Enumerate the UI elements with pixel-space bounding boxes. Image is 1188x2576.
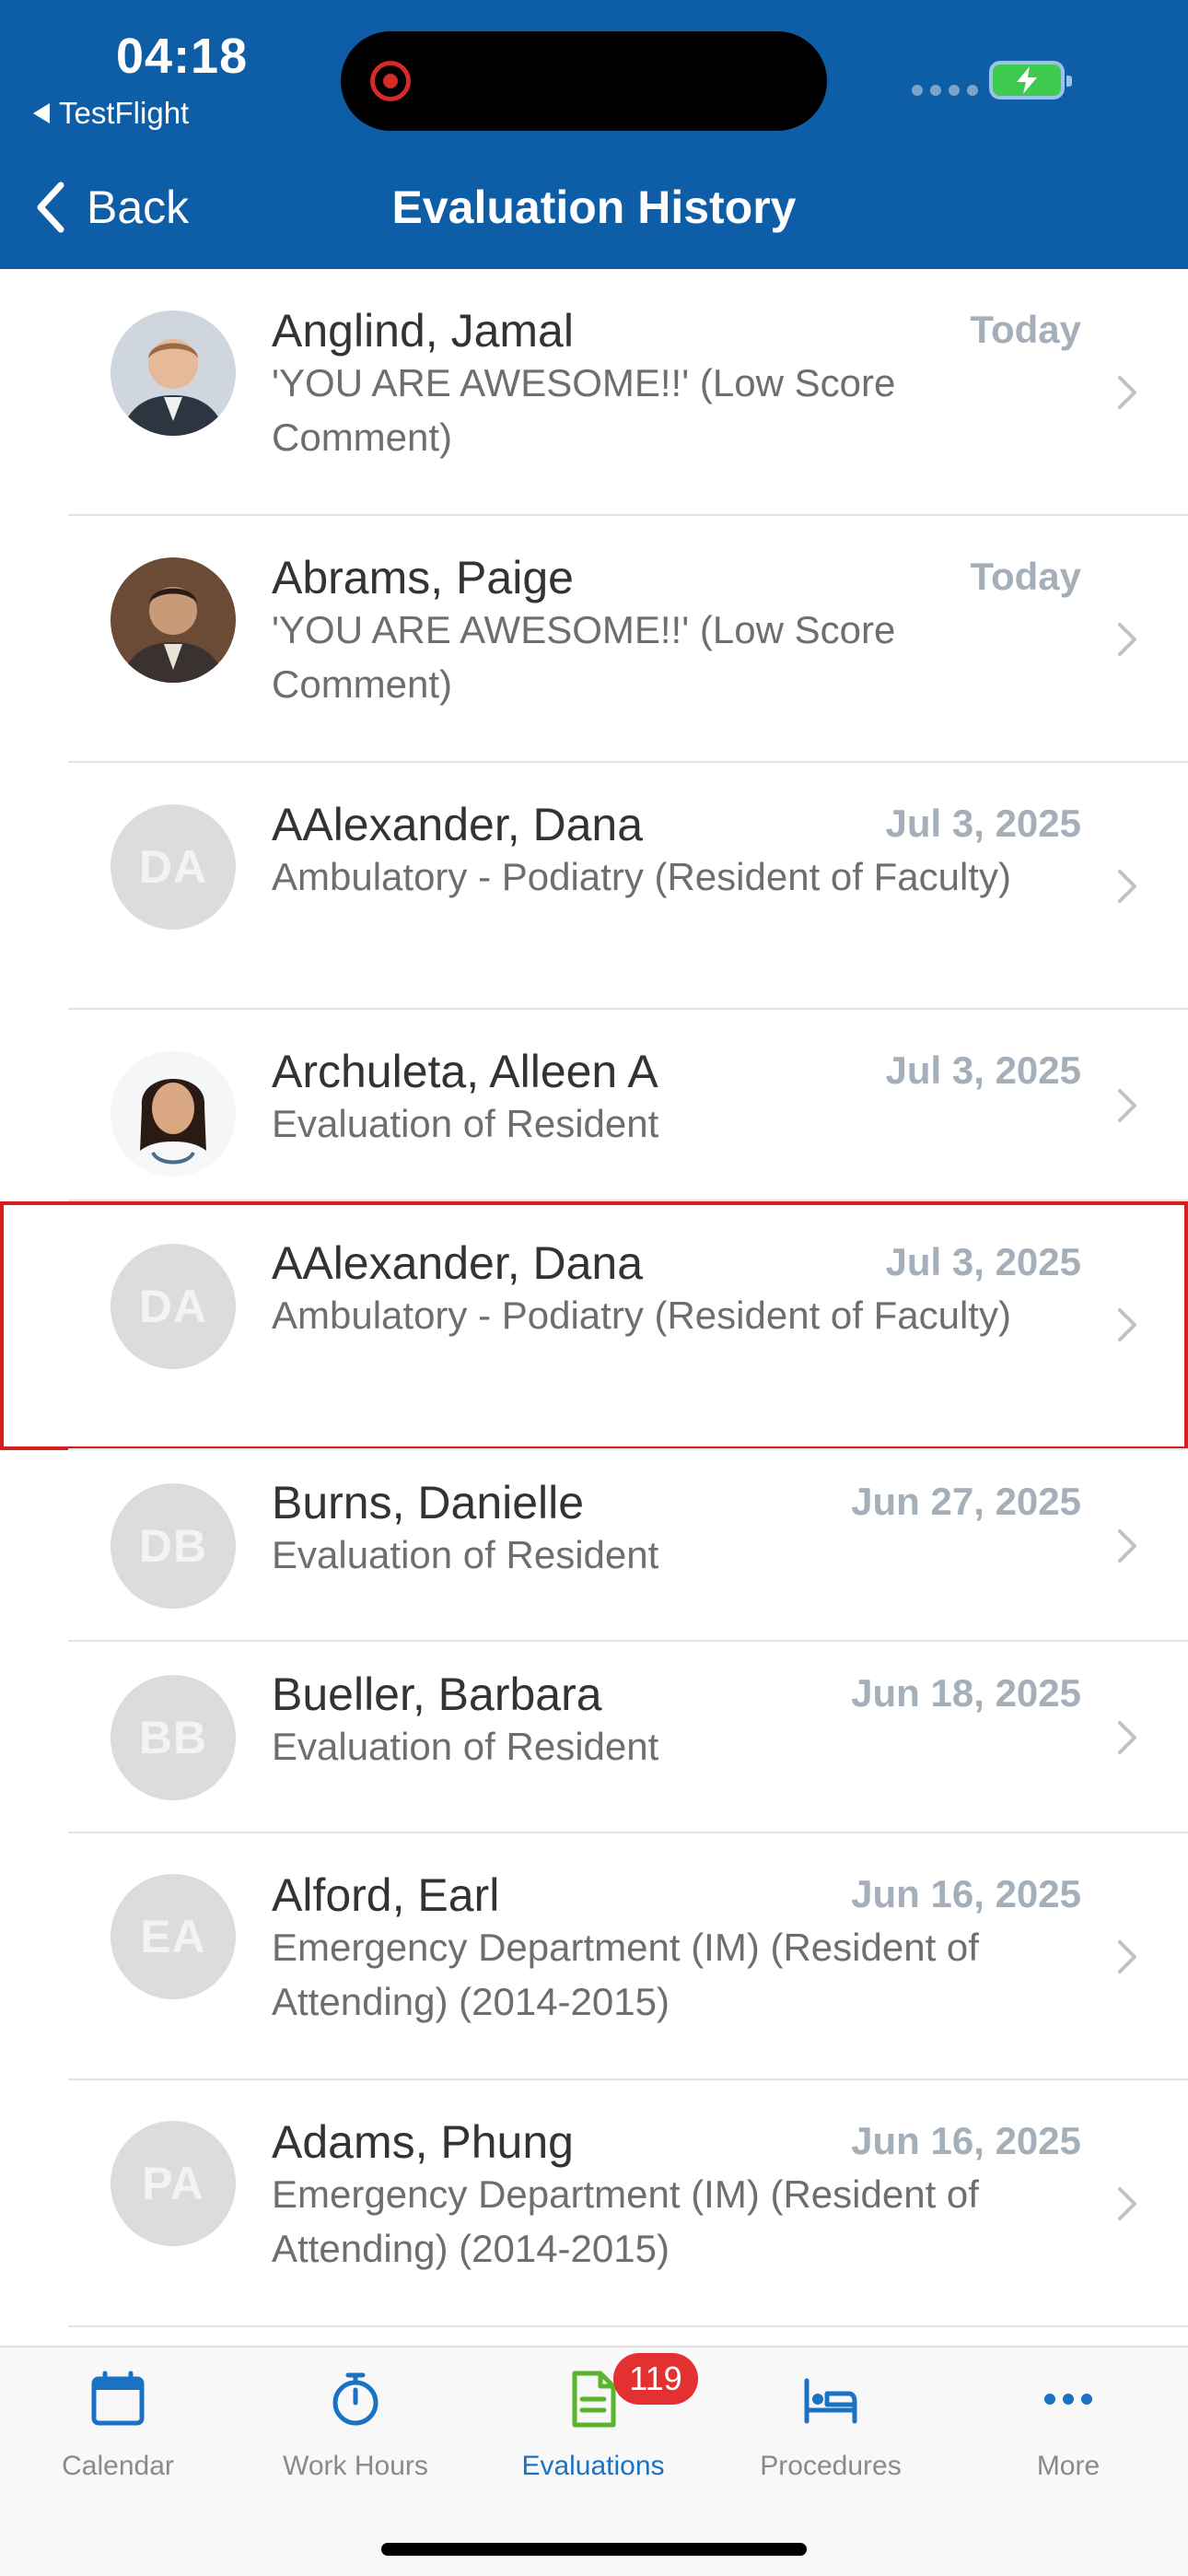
evaluation-subtitle: 'YOU ARE AWESOME!!' (Low Score Comment) bbox=[272, 361, 896, 459]
back-button[interactable]: Back bbox=[33, 181, 189, 234]
back-to-app-label: TestFlight bbox=[59, 96, 190, 130]
list-item[interactable]: DB Burns, Danielle Jun 27, 2025 Evaluati… bbox=[0, 1450, 1188, 1642]
avatar bbox=[111, 1051, 236, 1177]
avatar: BB bbox=[111, 1675, 236, 1800]
tab-label: Procedures bbox=[760, 2451, 902, 2481]
list-item[interactable]: EA Alford, Earl Jun 16, 2025 Emergency D… bbox=[0, 1833, 1188, 2080]
back-to-app-link[interactable]: TestFlight bbox=[33, 96, 189, 131]
evaluator-name: AAlexander, Dana bbox=[272, 799, 644, 850]
status-time: 04:18 bbox=[116, 29, 249, 84]
evaluator-name: Anglind, Jamal bbox=[272, 305, 574, 357]
chevron-left-icon bbox=[37, 181, 64, 233]
list-item[interactable]: Archuleta, Alleen A Jul 3, 2025 Evaluati… bbox=[0, 1010, 1188, 1201]
avatar: DB bbox=[111, 1483, 236, 1609]
tab-more[interactable]: More bbox=[958, 2370, 1179, 2482]
list-item[interactable]: DA AAlexander, Dana Jul 3, 2025 Ambulato… bbox=[0, 763, 1188, 1010]
evaluation-date: Jun 27, 2025 bbox=[851, 1480, 1081, 1523]
evaluation-subtitle: 'YOU ARE AWESOME!!' (Low Score Comment) bbox=[272, 608, 896, 706]
evaluation-subtitle: Evaluation of Resident bbox=[272, 1102, 659, 1145]
tab-bar: Calendar Work Hours Evaluations 119 Proc… bbox=[0, 2346, 1188, 2576]
notification-badge: 119 bbox=[613, 2353, 698, 2405]
evaluator-name: Alford, Earl bbox=[272, 1869, 500, 1921]
evaluation-subtitle: Evaluation of Resident bbox=[272, 1533, 659, 1576]
chevron-right-icon bbox=[1118, 870, 1136, 903]
evaluator-name: Archuleta, Alleen A bbox=[272, 1046, 658, 1097]
avatar-initials: EA bbox=[140, 1911, 206, 1962]
evaluation-date: Today bbox=[970, 555, 1081, 598]
battery-charging-icon bbox=[989, 61, 1072, 100]
evaluation-date: Today bbox=[970, 308, 1081, 351]
chevron-right-icon bbox=[1118, 623, 1136, 656]
list-item[interactable]: PA Adams, Phung Jun 16, 2025 Emergency D… bbox=[0, 2080, 1188, 2327]
avatar: DA bbox=[111, 1244, 236, 1369]
chevron-right-icon bbox=[1118, 1529, 1136, 1563]
back-label: Back bbox=[87, 181, 190, 233]
chevron-right-icon bbox=[1118, 2187, 1136, 2220]
list-item[interactable]: BB Bueller, Barbara Jun 18, 2025 Evaluat… bbox=[0, 1642, 1188, 1833]
calendar-icon bbox=[91, 2371, 145, 2426]
person-photo-icon bbox=[111, 1051, 236, 1177]
tab-procedures[interactable]: Procedures bbox=[720, 2370, 941, 2482]
evaluation-date: Jul 3, 2025 bbox=[885, 1240, 1081, 1283]
evaluation-list: Anglind, Jamal Today 'YOU ARE AWESOME!!'… bbox=[0, 269, 1188, 2327]
tab-calendar[interactable]: Calendar bbox=[7, 2370, 228, 2482]
list-item-highlighted[interactable]: DA AAlexander, Dana Jul 3, 2025 Ambulato… bbox=[0, 1201, 1188, 1450]
chevron-right-icon bbox=[1118, 1308, 1136, 1341]
home-indicator[interactable] bbox=[381, 2543, 807, 2556]
evaluation-date: Jul 3, 2025 bbox=[885, 1048, 1081, 1092]
avatar: DA bbox=[111, 804, 236, 930]
avatar bbox=[111, 557, 236, 683]
evaluation-subtitle: Emergency Department (IM) (Resident of A… bbox=[272, 1926, 979, 2023]
evaluator-name: Burns, Danielle bbox=[272, 1477, 585, 1528]
chevron-right-icon bbox=[1118, 376, 1136, 409]
avatar-initials: DA bbox=[138, 841, 208, 893]
avatar-initials: PA bbox=[142, 2158, 204, 2209]
chevron-right-icon bbox=[1118, 1940, 1136, 1973]
avatar: PA bbox=[111, 2121, 236, 2246]
tab-label: Work Hours bbox=[283, 2451, 428, 2481]
evaluator-name: AAlexander, Dana bbox=[272, 1237, 644, 1289]
tab-label: Calendar bbox=[62, 2451, 174, 2481]
list-item[interactable]: Anglind, Jamal Today 'YOU ARE AWESOME!!'… bbox=[0, 269, 1188, 516]
avatar bbox=[111, 310, 236, 436]
evaluation-date: Jun 18, 2025 bbox=[851, 1671, 1081, 1715]
more-icon bbox=[1044, 2394, 1092, 2405]
evaluation-subtitle: Ambulatory - Podiatry (Resident of Facul… bbox=[272, 855, 1011, 898]
bed-icon bbox=[804, 2378, 857, 2424]
tab-label: Evaluations bbox=[521, 2451, 665, 2481]
stopwatch-icon bbox=[332, 2372, 379, 2426]
evaluator-name: Adams, Phung bbox=[272, 2116, 574, 2168]
recording-icon bbox=[370, 61, 411, 101]
evaluation-subtitle: Evaluation of Resident bbox=[272, 1725, 659, 1768]
avatar-initials: BB bbox=[138, 1712, 208, 1763]
signal-icon bbox=[912, 85, 978, 96]
tab-label: More bbox=[1036, 2451, 1101, 2481]
avatar-initials: DA bbox=[138, 1281, 208, 1332]
evaluation-subtitle: Emergency Department (IM) (Resident of A… bbox=[272, 2172, 979, 2270]
dynamic-island bbox=[341, 31, 827, 131]
evaluation-date: Jul 3, 2025 bbox=[885, 802, 1081, 845]
person-photo-icon bbox=[111, 310, 236, 436]
chevron-right-icon bbox=[1118, 1721, 1136, 1754]
evaluation-date: Jun 16, 2025 bbox=[851, 2119, 1081, 2162]
list-item[interactable]: Abrams, Paige Today 'YOU ARE AWESOME!!' … bbox=[0, 516, 1188, 763]
evaluator-name: Abrams, Paige bbox=[272, 552, 574, 603]
evaluation-subtitle: Ambulatory - Podiatry (Resident of Facul… bbox=[272, 1294, 1011, 1337]
avatar: EA bbox=[111, 1874, 236, 1999]
tab-work-hours[interactable]: Work Hours bbox=[245, 2370, 466, 2482]
person-photo-icon bbox=[111, 557, 236, 683]
evaluator-name: Bueller, Barbara bbox=[272, 1669, 602, 1720]
evaluation-date: Jun 16, 2025 bbox=[851, 1872, 1081, 1915]
avatar-initials: DB bbox=[138, 1520, 208, 1572]
back-triangle-icon bbox=[33, 103, 50, 123]
header-bar: 04:18 TestFlight Back Evaluation History bbox=[0, 0, 1188, 269]
chevron-right-icon bbox=[1118, 1089, 1136, 1122]
